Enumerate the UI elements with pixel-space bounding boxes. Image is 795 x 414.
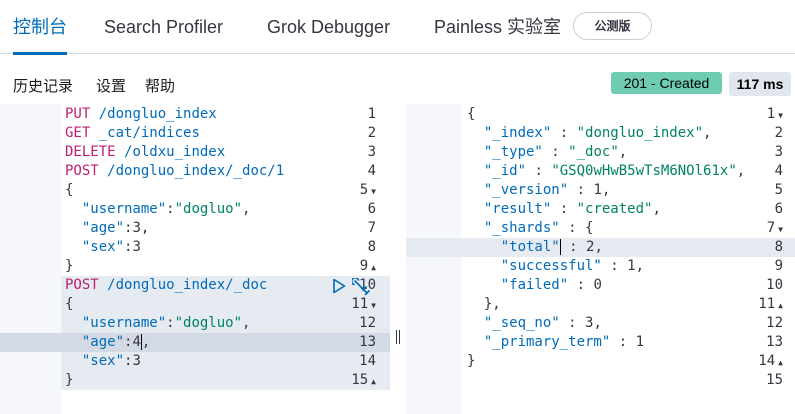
- response-line: 13 "_primary_term" : 1: [483, 334, 783, 350]
- request-line: 8 "sex":3: [81, 239, 376, 255]
- response-viewer[interactable]: 1 ▼{ 2 "_index" : "dongluo_index", 3 "_ty…: [406, 104, 795, 414]
- request-line: 13 "age":4,: [81, 334, 376, 350]
- fold-toggle-icon[interactable]: ▼: [371, 187, 376, 196]
- fold-toggle-icon[interactable]: ▼: [778, 225, 783, 234]
- request-line: 12 "username":"dogluo",: [81, 315, 376, 331]
- panel-resize-handle[interactable]: [394, 330, 402, 348]
- request-line: 7 "age":3,: [81, 220, 376, 236]
- response-line: 5 "_version" : 1,: [483, 182, 783, 198]
- response-line: 14 ▲}: [467, 353, 783, 369]
- response-line: 2 "_index" : "dongluo_index",: [483, 125, 783, 141]
- request-line: 4 POST /dongluo_index/_doc/1: [65, 163, 376, 179]
- response-line: 8 "total" : 2,: [500, 239, 783, 255]
- fold-toggle-icon[interactable]: ▲: [778, 301, 783, 310]
- response-line: 10 "failed" : 0: [500, 277, 783, 293]
- response-line: 3 "_type" : "_doc",: [483, 144, 783, 160]
- request-line: 6 "username":"dogluo",: [81, 201, 376, 217]
- response-line: 12 "_seq_no" : 3,: [483, 315, 783, 331]
- fold-toggle-icon[interactable]: ▲: [371, 263, 376, 272]
- response-line: 15: [766, 372, 783, 388]
- fold-toggle-icon[interactable]: ▲: [778, 358, 783, 367]
- request-line: 15 ▲}: [65, 372, 376, 388]
- history-menu-item[interactable]: 历史记录: [13, 75, 73, 96]
- fold-toggle-icon[interactable]: ▲: [371, 377, 376, 386]
- request-line: 3 DELETE /oldxu_index: [65, 144, 376, 160]
- request-line: 2 GET _cat/indices: [65, 125, 376, 141]
- request-line: 1 PUT /dongluo_index: [65, 106, 376, 122]
- wrench-icon[interactable]: [352, 278, 372, 296]
- response-line: 6 "result" : "created",: [483, 201, 783, 217]
- top-tab-bar: 控制台 Search Profiler Grok Debugger Painle…: [0, 0, 795, 55]
- request-line: 14 "sex":3: [81, 353, 376, 369]
- response-line: 11 ▲ },: [483, 296, 783, 312]
- tab-painless-lab[interactable]: Painless 实验室: [434, 0, 561, 54]
- response-line: 1 ▼{: [467, 106, 783, 122]
- beta-badge: 公测版: [573, 12, 652, 40]
- fold-toggle-icon[interactable]: ▼: [371, 301, 376, 310]
- fold-toggle-icon[interactable]: ▼: [778, 111, 783, 120]
- tab-search-profiler[interactable]: Search Profiler: [104, 0, 223, 54]
- response-line: 9 "successful" : 1,: [500, 258, 783, 274]
- response-time-badge: 117 ms: [729, 72, 791, 96]
- request-line: 5 ▼{: [65, 182, 376, 198]
- request-line: 11 ▼{: [65, 296, 376, 312]
- tab-grok-debugger[interactable]: Grok Debugger: [267, 0, 390, 54]
- status-badge: 201 - Created: [611, 72, 722, 94]
- tab-console[interactable]: 控制台: [13, 0, 67, 55]
- play-icon[interactable]: [332, 278, 346, 294]
- request-editor[interactable]: 1 PUT /dongluo_index 2 GET _cat/indices 3D…: [0, 104, 391, 414]
- help-menu-item[interactable]: 帮助: [145, 75, 175, 96]
- response-line: 4 "_id" : "GSQ0wHwB5wTsM6NOl61x",: [483, 163, 783, 179]
- settings-menu-item[interactable]: 设置: [96, 75, 126, 96]
- request-line: 9 ▲}: [65, 258, 376, 274]
- response-line: 7 ▼ "_shards" : {: [483, 220, 783, 236]
